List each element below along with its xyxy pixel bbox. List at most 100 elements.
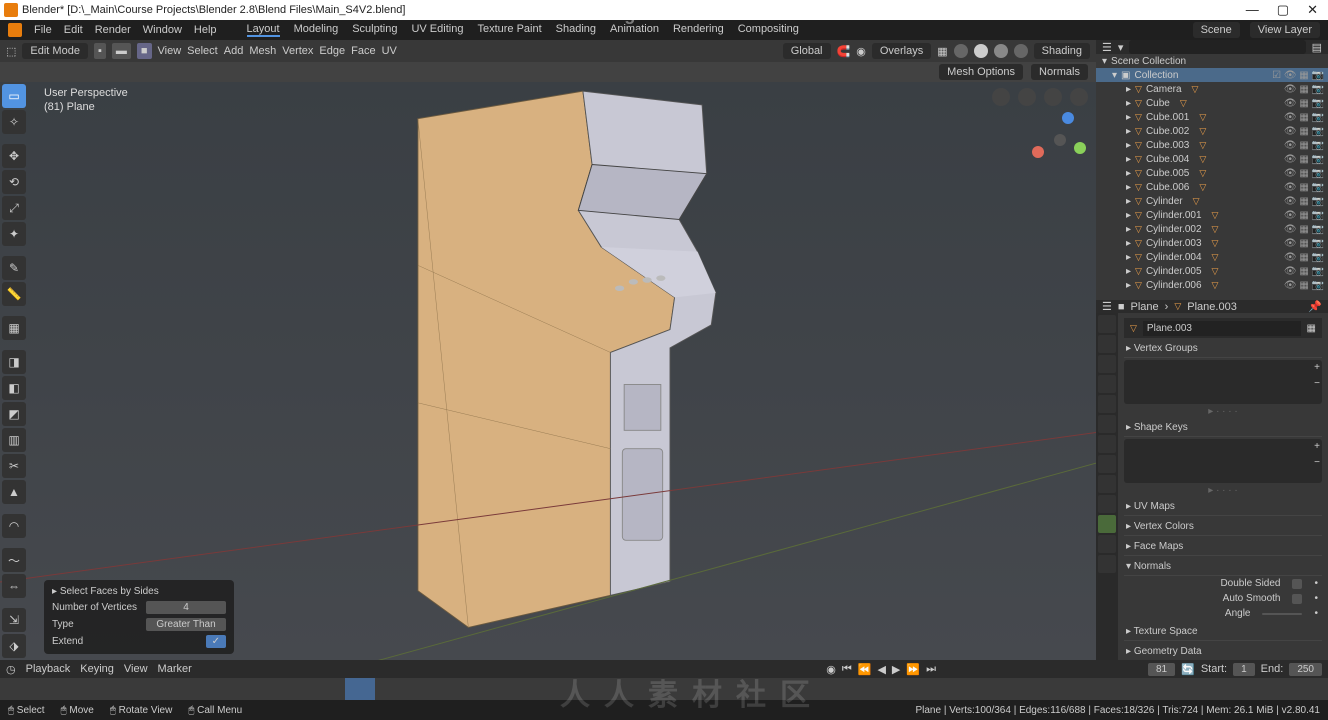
ptab-constraints[interactable] bbox=[1098, 495, 1116, 513]
ptab-render[interactable] bbox=[1098, 315, 1116, 333]
op-value-type[interactable]: Greater Than bbox=[146, 618, 226, 631]
tab-animation[interactable]: Animation bbox=[610, 23, 659, 37]
sec-vertexcolors[interactable]: ▸ Vertex Colors bbox=[1124, 518, 1322, 536]
tool-inset[interactable]: ◧ bbox=[2, 376, 26, 400]
jump-start-icon[interactable]: ⏮ bbox=[842, 663, 852, 676]
proportional-icon[interactable]: ◉ bbox=[856, 45, 866, 58]
sec-shapekeys[interactable]: ▸ Shape Keys bbox=[1124, 419, 1322, 437]
outliner-item[interactable]: ▸▽Cylinder.001▽👁 ▦ 📷 bbox=[1096, 208, 1328, 222]
outliner-item[interactable]: ▸▽Cube▽👁 ▦ 📷 bbox=[1096, 96, 1328, 110]
vp-menu-face[interactable]: Face bbox=[351, 45, 375, 57]
autokey-icon[interactable]: ◉ bbox=[826, 663, 836, 676]
xray-icon[interactable]: ▦ bbox=[937, 45, 947, 58]
pin-icon[interactable]: 📌 bbox=[1308, 300, 1322, 313]
chk-doublesided[interactable] bbox=[1292, 579, 1302, 589]
menu-help[interactable]: Help bbox=[194, 24, 217, 36]
operator-panel[interactable]: ▸ Select Faces by Sides Number of Vertic… bbox=[44, 580, 234, 654]
tool-loopcut[interactable]: ▥ bbox=[2, 428, 26, 452]
ptab-world[interactable] bbox=[1098, 395, 1116, 413]
tab-texturepaint[interactable]: Texture Paint bbox=[477, 23, 541, 37]
maximize-button[interactable]: ▢ bbox=[1277, 2, 1289, 18]
outliner-item[interactable]: ▸▽Cube.002▽👁 ▦ 📷 bbox=[1096, 124, 1328, 138]
tab-shading[interactable]: Shading bbox=[556, 23, 596, 37]
outliner-item[interactable]: ▸▽Camera▽👁 ▦ 📷 bbox=[1096, 82, 1328, 96]
normals-dropdown[interactable]: Normals bbox=[1031, 64, 1088, 80]
scene-collection[interactable]: Scene Collection bbox=[1111, 56, 1186, 67]
sec-geomdata[interactable]: ▸ Geometry Data bbox=[1124, 643, 1322, 661]
tool-cursor[interactable]: ✧ bbox=[2, 110, 26, 134]
tl-keying[interactable]: Keying bbox=[80, 663, 114, 675]
minimize-button[interactable]: — bbox=[1246, 2, 1259, 18]
ptab-physics[interactable] bbox=[1098, 475, 1116, 493]
tool-bevel[interactable]: ◩ bbox=[2, 402, 26, 426]
tool-measure[interactable]: 📏 bbox=[2, 282, 26, 306]
face-select-icon[interactable]: ■ bbox=[137, 43, 152, 59]
tab-compositing[interactable]: Compositing bbox=[738, 23, 799, 37]
val-angle[interactable] bbox=[1262, 613, 1302, 615]
camera-icon[interactable] bbox=[1044, 88, 1062, 106]
sec-texspace[interactable]: ▸ Texture Space bbox=[1124, 623, 1322, 641]
bc-planedata[interactable]: Plane.003 bbox=[1187, 301, 1237, 313]
outliner-filter-icon[interactable]: ▾ bbox=[1118, 41, 1124, 54]
tool-select[interactable]: ▭ bbox=[2, 84, 26, 108]
viewlayer-selector[interactable]: View Layer bbox=[1250, 22, 1320, 38]
outliner-item[interactable]: ▸▽Cube.005▽👁 ▦ 📷 bbox=[1096, 166, 1328, 180]
pan-icon[interactable] bbox=[1018, 88, 1036, 106]
menu-edit[interactable]: Edit bbox=[64, 24, 83, 36]
tab-uvediting[interactable]: UV Editing bbox=[411, 23, 463, 37]
tab-rendering[interactable]: Rendering bbox=[673, 23, 724, 37]
viewport-canvas[interactable]: User Perspective (81) Plane ▭ ✧ ✥ ⟲ ⤢ ✦ … bbox=[0, 82, 1096, 660]
ptab-output[interactable] bbox=[1098, 335, 1116, 353]
vp-menu-uv[interactable]: UV bbox=[382, 45, 397, 57]
orientation-dropdown[interactable]: Global bbox=[783, 43, 831, 59]
vp-menu-mesh[interactable]: Mesh bbox=[249, 45, 276, 57]
lookdev-shading-icon[interactable] bbox=[994, 44, 1008, 58]
tool-addcube[interactable]: ▦ bbox=[2, 316, 26, 340]
vertex-select-icon[interactable]: ▪ bbox=[94, 43, 106, 59]
outliner-item[interactable]: ▸▽Cylinder▽👁 ▦ 📷 bbox=[1096, 194, 1328, 208]
tool-smooth[interactable]: ～ bbox=[2, 548, 26, 572]
add-vg-icon[interactable]: + bbox=[1314, 362, 1320, 373]
tab-layout[interactable]: Layout bbox=[247, 23, 280, 37]
mesh-options-dropdown[interactable]: Mesh Options bbox=[939, 64, 1023, 80]
outliner-item[interactable]: ▸▽Cube.001▽👁 ▦ 📷 bbox=[1096, 110, 1328, 124]
collection-name[interactable]: Collection bbox=[1134, 70, 1178, 81]
vp-menu-view[interactable]: View bbox=[158, 45, 182, 57]
ptab-object[interactable] bbox=[1098, 415, 1116, 433]
ptab-particles[interactable] bbox=[1098, 455, 1116, 473]
sec-uvmaps[interactable]: ▸ UV Maps bbox=[1124, 498, 1322, 516]
tab-sculpting[interactable]: Sculpting bbox=[352, 23, 397, 37]
edge-select-icon[interactable]: ▬ bbox=[112, 43, 131, 59]
ptab-data[interactable] bbox=[1098, 515, 1116, 533]
play-icon[interactable]: ▶ bbox=[892, 663, 900, 676]
outliner-item[interactable]: ▸▽Cylinder.006▽👁 ▦ 📷 bbox=[1096, 278, 1328, 292]
sec-normals[interactable]: ▾ Normals bbox=[1124, 558, 1322, 576]
menu-file[interactable]: File bbox=[34, 24, 52, 36]
ptab-texture[interactable] bbox=[1098, 555, 1116, 573]
tool-polybuild[interactable]: ▲ bbox=[2, 480, 26, 504]
next-key-icon[interactable]: ⏩ bbox=[906, 663, 920, 676]
mode-selector[interactable]: Edit Mode bbox=[22, 43, 88, 59]
tool-spin[interactable]: ◠ bbox=[2, 514, 26, 538]
frame-start[interactable]: 1 bbox=[1233, 663, 1255, 676]
jump-end-icon[interactable]: ⏭ bbox=[926, 663, 936, 676]
outliner-item[interactable]: ▸▽Cube.006▽👁 ▦ 📷 bbox=[1096, 180, 1328, 194]
op-value-verts[interactable]: 4 bbox=[146, 601, 226, 614]
tool-shear[interactable]: ⬗ bbox=[2, 634, 26, 658]
close-button[interactable]: ✕ bbox=[1307, 2, 1318, 18]
vp-menu-vertex[interactable]: Vertex bbox=[282, 45, 313, 57]
3d-viewport[interactable]: ⬚ Edit Mode ▪ ▬ ■ View Select Add Mesh V… bbox=[0, 40, 1096, 660]
sec-facemaps[interactable]: ▸ Face Maps bbox=[1124, 538, 1322, 556]
timeline-track[interactable] bbox=[0, 678, 1328, 700]
ptab-modifier[interactable] bbox=[1098, 435, 1116, 453]
outliner-item[interactable]: ▸▽Cube.004▽👁 ▦ 📷 bbox=[1096, 152, 1328, 166]
vp-menu-edge[interactable]: Edge bbox=[319, 45, 345, 57]
outliner-editor-icon[interactable]: ☰ bbox=[1102, 41, 1112, 54]
tool-edgeslide[interactable]: ⇔ bbox=[2, 574, 26, 598]
ptab-viewlayer[interactable] bbox=[1098, 355, 1116, 373]
mesh-name-input[interactable] bbox=[1143, 321, 1301, 336]
snap-icon[interactable]: 🧲 bbox=[837, 45, 851, 58]
outliner[interactable]: ▾Scene Collection ▾▣Collection☑ 👁 ▦ 📷 ▸▽… bbox=[1096, 54, 1328, 300]
tool-rotate[interactable]: ⟲ bbox=[2, 170, 26, 194]
sync-icon[interactable]: 🔄 bbox=[1181, 663, 1195, 676]
